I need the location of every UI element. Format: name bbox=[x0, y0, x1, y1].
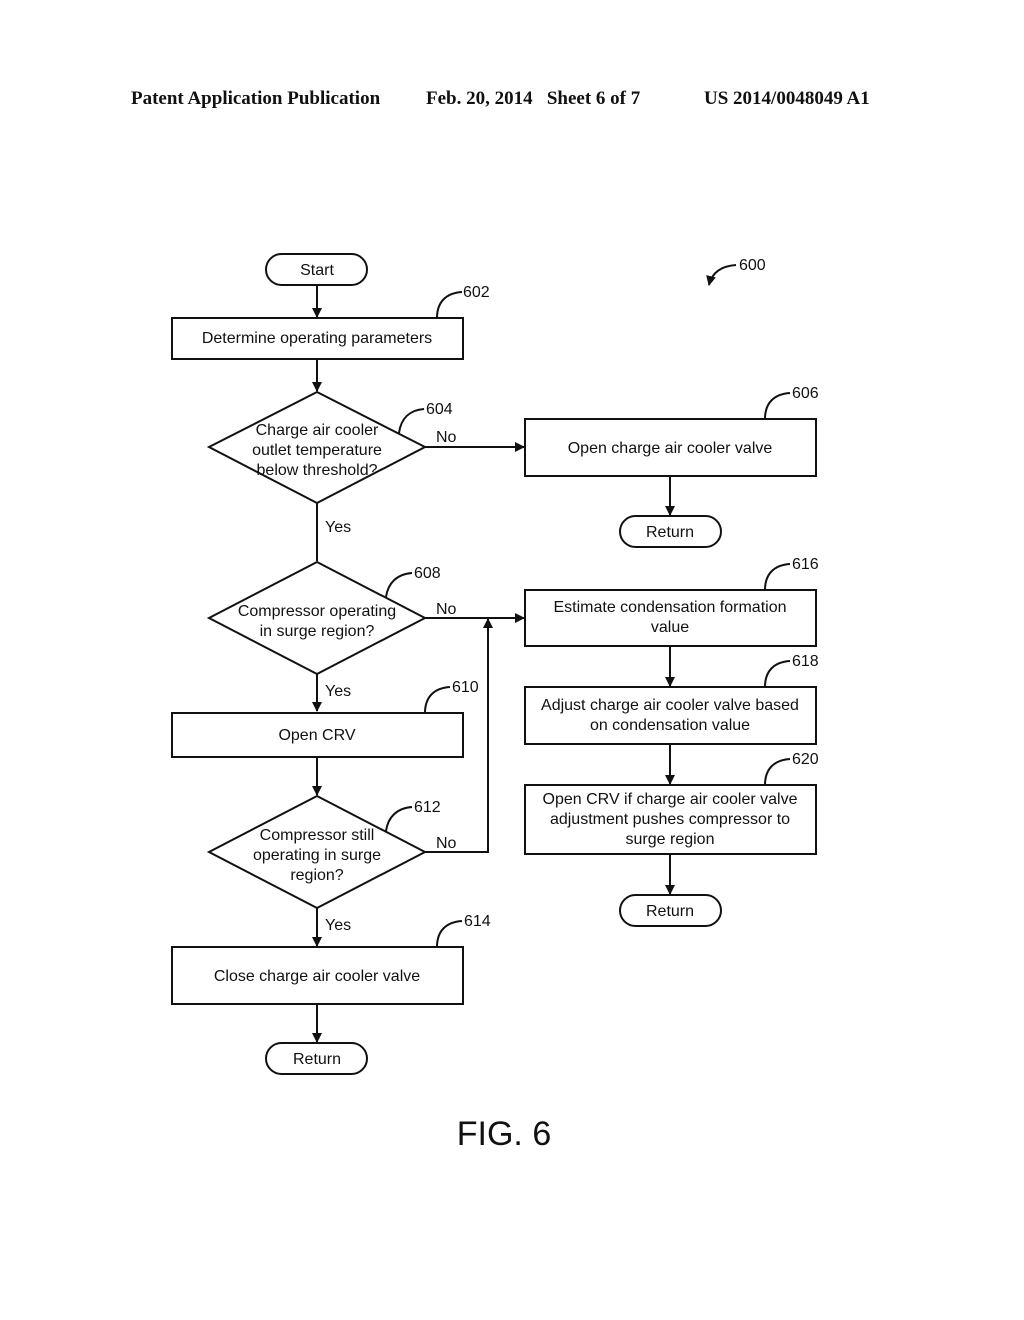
step-620: Open CRV if charge air cooler valve adju… bbox=[524, 751, 819, 855]
ref-label-602: 602 bbox=[463, 284, 490, 301]
ref-label-616: 616 bbox=[792, 556, 819, 573]
decision-608-line-1: Compressor operating bbox=[238, 603, 396, 620]
decision-612: Compressor still operating in surge regi… bbox=[206, 794, 441, 910]
figure-label: FIG. 6 bbox=[457, 1115, 551, 1153]
return-3-label: Return bbox=[646, 903, 694, 920]
ref-leader-606 bbox=[764, 392, 791, 420]
decision-612-line-3: region? bbox=[290, 867, 343, 884]
start-terminal: Start bbox=[265, 253, 368, 286]
figure-ref-600: 600 bbox=[706, 257, 766, 286]
start-label: Start bbox=[300, 262, 334, 279]
decision-608: Compressor operating in surge region? 60… bbox=[206, 560, 441, 676]
decision-612-line-2: operating in surge bbox=[253, 847, 381, 864]
edge-label-yes-608: Yes bbox=[325, 683, 351, 700]
step-606-text: Open charge air cooler valve bbox=[568, 440, 773, 457]
ref-label-608: 608 bbox=[414, 565, 441, 582]
ref-label-600: 600 bbox=[739, 257, 766, 274]
decision-604-line-1: Charge air cooler bbox=[256, 422, 379, 439]
ref-label-620: 620 bbox=[792, 751, 819, 768]
ref-label-606: 606 bbox=[792, 385, 819, 402]
ref-leader-614 bbox=[436, 920, 463, 948]
ref-label-612: 612 bbox=[414, 799, 441, 816]
ref-label-614: 614 bbox=[464, 913, 491, 930]
step-618-line-1: Adjust charge air cooler valve based bbox=[541, 697, 799, 714]
edge-label-no-612: No bbox=[436, 835, 457, 852]
return-2-label: Return bbox=[293, 1051, 341, 1068]
step-618-line-2: on condensation value bbox=[590, 717, 750, 734]
ref-label-618: 618 bbox=[792, 653, 819, 670]
ref-leader-610 bbox=[424, 686, 451, 714]
ref-leader-604 bbox=[398, 408, 425, 434]
flowchart: 600 Start Determine operating parameters… bbox=[171, 253, 819, 1153]
step-616-line-2: value bbox=[651, 619, 689, 636]
step-602-text: Determine operating parameters bbox=[202, 330, 432, 347]
step-610-text: Open CRV bbox=[278, 727, 355, 744]
ref-label-610: 610 bbox=[452, 679, 479, 696]
ref-leader-602 bbox=[436, 291, 463, 319]
return-1-label: Return bbox=[646, 524, 694, 541]
decision-608-line-2: in surge region? bbox=[260, 623, 375, 640]
step-618-box bbox=[524, 686, 817, 745]
ref-leader-616 bbox=[764, 563, 791, 591]
step-614-text: Close charge air cooler valve bbox=[214, 968, 420, 985]
step-602: Determine operating parameters 602 bbox=[171, 284, 490, 360]
decision-604-line-3: below threshold? bbox=[257, 462, 378, 479]
step-620-line-3: surge region bbox=[626, 831, 715, 848]
step-620-line-2: adjustment pushes compressor to bbox=[550, 811, 790, 828]
step-620-line-1: Open CRV if charge air cooler valve bbox=[543, 791, 798, 808]
ref-leader-612 bbox=[385, 806, 413, 832]
ref-leader-620 bbox=[764, 758, 791, 786]
edge-label-no-608: No bbox=[436, 601, 457, 618]
return-terminal-1: Return bbox=[619, 515, 722, 548]
decision-604-line-2: outlet temperature bbox=[252, 442, 382, 459]
return-terminal-3: Return bbox=[619, 894, 722, 927]
step-618: Adjust charge air cooler valve based on … bbox=[524, 653, 819, 745]
edge-label-yes-604: Yes bbox=[325, 519, 351, 536]
ref-leader-608 bbox=[385, 572, 413, 598]
ref-arrow-600 bbox=[706, 264, 737, 286]
decision-612-line-1: Compressor still bbox=[260, 827, 375, 844]
return-terminal-2: Return bbox=[265, 1042, 368, 1075]
step-616: Estimate condensation formation value 61… bbox=[524, 556, 819, 647]
decision-604: Charge air cooler outlet temperature bel… bbox=[206, 390, 453, 505]
ref-leader-618 bbox=[764, 660, 791, 688]
edge-label-yes-612: Yes bbox=[325, 917, 351, 934]
step-616-line-1: Estimate condensation formation bbox=[553, 599, 786, 616]
edge-label-no-604: No bbox=[436, 429, 457, 446]
ref-label-604: 604 bbox=[426, 401, 453, 418]
step-606: Open charge air cooler valve 606 bbox=[524, 385, 819, 477]
